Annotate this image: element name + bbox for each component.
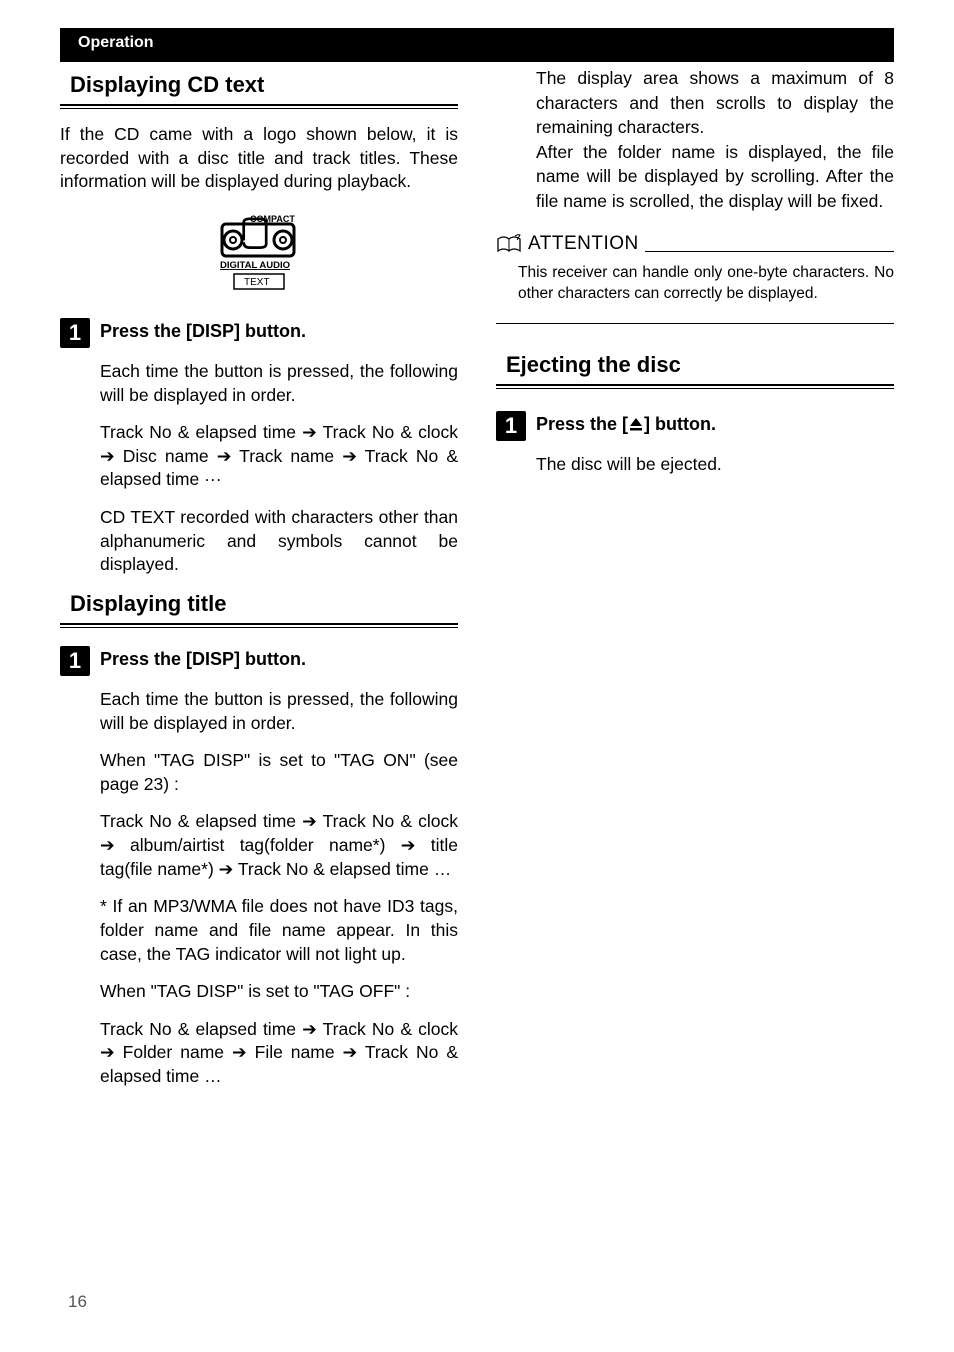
step-body-cd-text: Each time the button is pressed, the fol…: [100, 360, 458, 577]
step-heading: Press the [DISP] button.: [100, 318, 306, 342]
step-heading: Press the [DISP] button.: [100, 646, 306, 670]
svg-text:DIGITAL AUDIO: DIGITAL AUDIO: [220, 260, 290, 271]
section-rule: [60, 623, 458, 628]
title-p4: * If an MP3/WMA file does not have ID3 t…: [100, 895, 458, 966]
step-number: 1: [60, 318, 90, 348]
section-title-cd-text: Displaying CD text: [60, 72, 458, 98]
cd-text-intro: If the CD came with a logo shown below, …: [60, 123, 458, 194]
eject-head-suffix: ] button.: [644, 414, 716, 434]
attention-label: ATTENTION: [528, 233, 639, 255]
section-rule: [60, 104, 458, 109]
compact-disc-logo-icon: COMPACT DIGITAL AUDIO TEXT: [214, 212, 304, 292]
eject-head-prefix: Press the [: [536, 414, 628, 434]
step-displaying-title: 1 Press the [DISP] button.: [60, 646, 458, 676]
book-icon: [496, 233, 522, 255]
step-cd-text: 1 Press the [DISP] button.: [60, 318, 458, 348]
title-p2: When "TAG DISP" is set to "TAG ON" (see …: [100, 749, 458, 796]
step-body-eject: The disc will be ejected.: [536, 453, 894, 477]
cd-text-p2: Track No & elapsed time ➔ Track No & clo…: [100, 421, 458, 492]
cd-text-logo: COMPACT DIGITAL AUDIO TEXT: [60, 212, 458, 292]
step-heading-eject: Press the [ ] button.: [536, 411, 716, 435]
step-number: 1: [496, 411, 526, 441]
page: Operation Displaying CD text If the CD c…: [0, 0, 954, 1352]
header-bar: Operation: [60, 28, 894, 62]
page-number: 16: [68, 1292, 87, 1312]
right-top-para: The display area shows a maximum of 8 ch…: [536, 66, 894, 213]
attention-end-rule: [496, 323, 894, 324]
section-rule: [496, 384, 894, 389]
section-title-ejecting: Ejecting the disc: [496, 352, 894, 378]
title-p5: When "TAG DISP" is set to "TAG OFF" :: [100, 980, 458, 1004]
title-p1: Each time the button is pressed, the fol…: [100, 688, 458, 735]
right-top-block: The display area shows a maximum of 8 ch…: [536, 66, 894, 213]
attention-body: This receiver can handle only one-byte c…: [518, 263, 894, 305]
section-title-displaying-title: Displaying title: [60, 591, 458, 617]
eject-icon: [628, 417, 644, 431]
svg-text:TEXT: TEXT: [244, 277, 270, 288]
content-columns: Displaying CD text If the CD came with a…: [60, 64, 894, 1103]
header-category: Operation: [78, 34, 154, 51]
cd-text-p3: CD TEXT recorded with characters other t…: [100, 506, 458, 577]
step-number: 1: [60, 646, 90, 676]
attention-underline: [645, 251, 894, 252]
left-column: Displaying CD text If the CD came with a…: [60, 64, 458, 1103]
step-eject: 1 Press the [ ] button.: [496, 411, 894, 441]
title-p6: Track No & elapsed time ➔ Track No & clo…: [100, 1018, 458, 1089]
eject-p1: The disc will be ejected.: [536, 453, 894, 477]
step-body-displaying-title: Each time the button is pressed, the fol…: [100, 688, 458, 1089]
right-column: The display area shows a maximum of 8 ch…: [496, 64, 894, 1103]
cd-text-p1: Each time the button is pressed, the fol…: [100, 360, 458, 407]
title-p3: Track No & elapsed time ➔ Track No & clo…: [100, 810, 458, 881]
attention-header: ATTENTION: [496, 233, 894, 255]
